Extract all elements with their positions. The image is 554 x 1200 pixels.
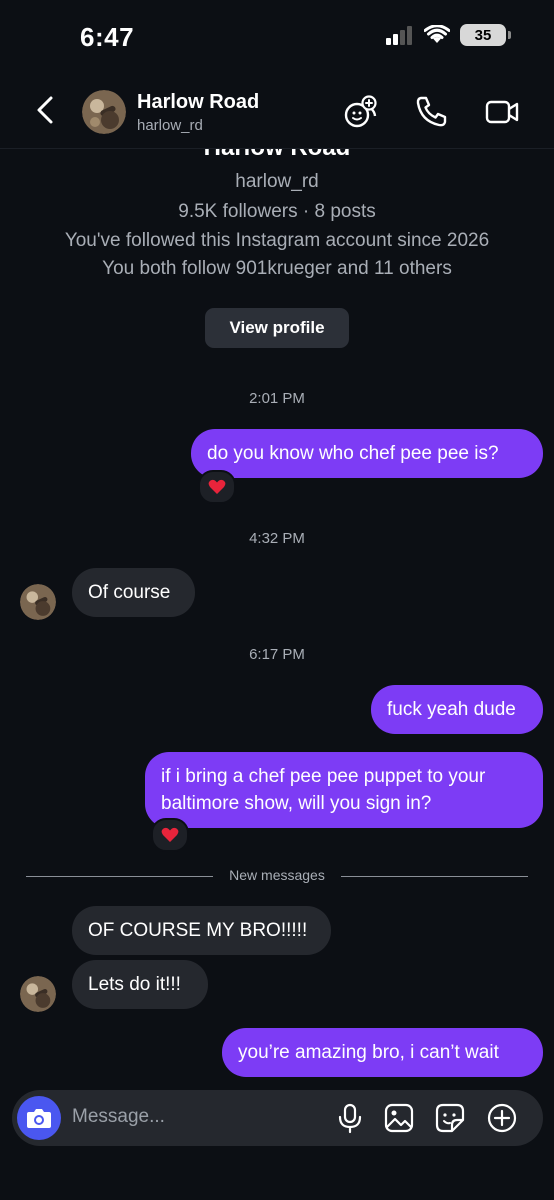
new-messages-label: New messages bbox=[229, 867, 325, 883]
heart-icon bbox=[161, 827, 179, 842]
profile-stats: 9.5K followers · 8 posts bbox=[178, 201, 376, 222]
wifi-icon bbox=[424, 25, 450, 43]
effects-icon[interactable] bbox=[343, 94, 379, 130]
profile-username: harlow_rd bbox=[235, 171, 319, 192]
heart-reaction[interactable] bbox=[198, 470, 236, 504]
heart-icon bbox=[208, 479, 226, 494]
status-icons: 35 bbox=[386, 24, 511, 46]
message-incoming[interactable]: Lets do it!!! bbox=[72, 960, 208, 1009]
camera-button[interactable] bbox=[17, 1096, 61, 1140]
timestamp: 2:01 PM bbox=[249, 390, 305, 407]
sticker-icon[interactable] bbox=[434, 1102, 466, 1134]
signal-icon bbox=[386, 26, 412, 45]
contact-name[interactable]: Harlow Road bbox=[137, 91, 259, 114]
contact-avatar[interactable] bbox=[20, 976, 56, 1012]
add-icon[interactable] bbox=[486, 1102, 518, 1134]
back-arrow-icon[interactable] bbox=[30, 94, 62, 126]
chat-header: Harlow Road harlow_rd bbox=[0, 72, 554, 149]
message-outgoing[interactable]: do you know who chef pee pee is? bbox=[191, 429, 543, 478]
timestamp: 4:32 PM bbox=[249, 530, 305, 547]
message-input[interactable]: Message... bbox=[72, 1106, 165, 1128]
battery-level: 35 bbox=[474, 26, 492, 44]
timestamp: 6:17 PM bbox=[249, 646, 305, 663]
microphone-icon[interactable] bbox=[334, 1102, 366, 1134]
video-call-icon[interactable] bbox=[484, 94, 520, 130]
message-outgoing[interactable]: you’re amazing bro, i can’t wait bbox=[222, 1028, 543, 1077]
camera-icon bbox=[27, 1109, 51, 1128]
phone-call-icon[interactable] bbox=[413, 94, 449, 130]
view-profile-button[interactable]: View profile bbox=[205, 308, 349, 348]
message-incoming[interactable]: Of course bbox=[72, 568, 195, 617]
new-messages-divider: New messages bbox=[26, 866, 528, 886]
followed-since: You've followed this Instagram account s… bbox=[64, 230, 490, 251]
message-outgoing[interactable]: if i bring a chef pee pee puppet to your… bbox=[145, 752, 543, 828]
battery-icon: 35 bbox=[460, 24, 511, 46]
contact-username[interactable]: harlow_rd bbox=[137, 117, 203, 134]
gallery-icon[interactable] bbox=[383, 1102, 415, 1134]
heart-reaction[interactable] bbox=[151, 818, 189, 852]
message-outgoing[interactable]: fuck yeah dude bbox=[371, 685, 543, 734]
message-composer: Message... bbox=[12, 1090, 543, 1146]
status-bar: 6:47 35 bbox=[0, 0, 554, 72]
header-avatar[interactable] bbox=[82, 90, 126, 134]
contact-avatar[interactable] bbox=[20, 584, 56, 620]
clock: 6:47 bbox=[80, 22, 135, 52]
mutual-followers: You both follow 901krueger and 11 others bbox=[102, 258, 452, 279]
message-incoming[interactable]: OF COURSE MY BRO!!!!! bbox=[72, 906, 331, 955]
